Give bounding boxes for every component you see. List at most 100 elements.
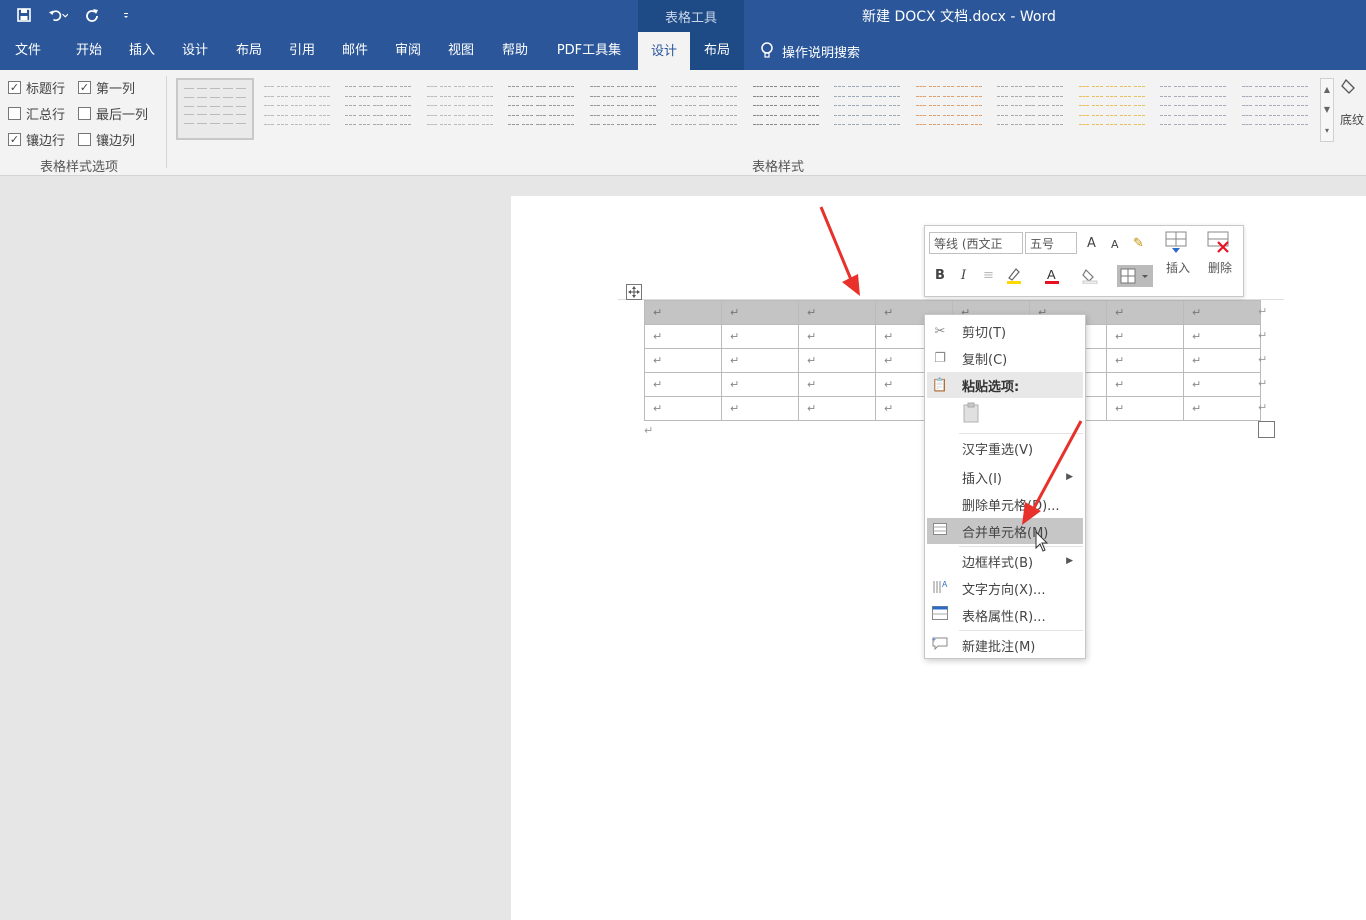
table-cell[interactable]: ↵ [644, 348, 722, 373]
menu-item-new-comment[interactable]: + 新建批注(M) [927, 632, 1083, 658]
menu-item-delete-cells[interactable]: 删除单元格(D)... [927, 491, 1083, 517]
option-banded-rows[interactable]: ✓ 镶边行 [8, 130, 65, 149]
option-first-column[interactable]: ✓ 第一列 [78, 78, 135, 97]
menu-item-table-properties[interactable]: 表格属性(R)... [927, 602, 1083, 628]
table-cell[interactable]: ↵ [1183, 372, 1261, 397]
table-style-thumbnail[interactable] [584, 78, 662, 140]
tab-layout[interactable]: 布局 [226, 32, 272, 70]
table-cell[interactable]: ↵ [1183, 324, 1261, 349]
table-style-thumbnail[interactable] [665, 78, 743, 140]
highlight-color-icon[interactable] [1005, 266, 1023, 288]
table-cell[interactable]: ↵ [1183, 396, 1261, 421]
option-last-column[interactable]: 最后一列 [78, 104, 148, 123]
tab-review[interactable]: 审阅 [386, 32, 430, 70]
search-label: 操作说明搜索 [782, 45, 861, 61]
table-cell[interactable]: ↵ [1106, 372, 1184, 397]
table-cell[interactable]: ↵ [721, 300, 799, 325]
table-cell[interactable]: ↵ [721, 372, 799, 397]
tab-mailings[interactable]: 邮件 [332, 32, 378, 70]
font-name-dropdown[interactable]: 等线 (西文正 [929, 232, 1023, 254]
table-style-thumbnail[interactable] [339, 78, 417, 140]
bold-button[interactable]: B [935, 268, 945, 283]
table-cell[interactable]: ↵ [644, 300, 722, 325]
tab-table-layout[interactable]: 布局 [692, 32, 742, 70]
menu-item-text-direction[interactable]: A 文字方向(X)... [927, 575, 1083, 601]
font-size-dropdown[interactable]: 五号 [1025, 232, 1077, 254]
menu-item-label: 汉字重选(V) [962, 442, 1034, 458]
option-total-row[interactable]: 汇总行 [8, 104, 65, 123]
table-style-thumbnail[interactable] [1154, 78, 1232, 140]
menu-item-merge-cells[interactable]: 合并单元格(M) [927, 518, 1083, 544]
gallery-more-icon[interactable]: ▾ [1325, 126, 1329, 135]
tab-file[interactable]: 文件 [4, 32, 52, 70]
delete-rows-button[interactable]: 删除 [1203, 230, 1237, 276]
tab-home[interactable]: 开始 [64, 32, 114, 70]
italic-button[interactable]: I [961, 268, 966, 283]
table-cell[interactable]: ↵ [1183, 300, 1261, 325]
table-cell[interactable]: ↵ [1106, 300, 1184, 325]
table-style-thumbnail[interactable] [991, 78, 1069, 140]
option-banded-columns[interactable]: 镶边列 [78, 130, 135, 149]
table-cell[interactable]: ↵ [1106, 396, 1184, 421]
table-cell[interactable]: ↵ [798, 300, 876, 325]
table-style-thumbnail[interactable] [910, 78, 988, 140]
table-style-thumbnail[interactable] [1236, 78, 1314, 140]
table-cell[interactable]: ↵ [644, 396, 722, 421]
insert-rows-button[interactable]: 插入 [1161, 230, 1195, 276]
gallery-scrollbar[interactable]: ▲ ▼ ▾ [1320, 78, 1334, 142]
align-center-icon[interactable]: ≡ [983, 268, 994, 283]
table-cell[interactable]: ↵ [798, 324, 876, 349]
undo-button[interactable] [48, 5, 68, 25]
table-cell[interactable]: ↵ [721, 348, 799, 373]
checkbox-checked-icon: ✓ [8, 133, 21, 146]
tab-table-design[interactable]: 设计 [638, 32, 690, 70]
table-style-thumbnail[interactable] [828, 78, 906, 140]
table-style-thumbnail[interactable] [421, 78, 499, 140]
font-color-icon[interactable]: A [1043, 266, 1061, 288]
table-cell[interactable]: ↵ [1183, 348, 1261, 373]
table-cell[interactable]: ↵ [721, 324, 799, 349]
tell-me-search[interactable]: 操作说明搜索 [760, 32, 860, 70]
menu-item-border-styles[interactable]: 边框样式(B) ▶ [927, 548, 1083, 574]
menu-item-label: 插入(I) [962, 471, 1002, 487]
table-move-handle[interactable] [626, 284, 642, 300]
shading-button[interactable]: 底纹 [1340, 76, 1366, 146]
table-style-thumbnail[interactable] [176, 78, 254, 140]
save-button[interactable] [14, 5, 34, 25]
option-header-row[interactable]: ✓ 标题行 [8, 78, 65, 97]
table-style-thumbnail[interactable] [502, 78, 580, 140]
table-cell[interactable]: ↵ [644, 372, 722, 397]
menu-item-copy[interactable]: ❐ 复制(C) [927, 345, 1083, 371]
table-style-thumbnail[interactable] [747, 78, 825, 140]
table-resize-handle[interactable] [1258, 421, 1275, 438]
table-style-thumbnail[interactable] [1073, 78, 1151, 140]
scroll-up-icon[interactable]: ▲ [1324, 85, 1330, 94]
tab-help[interactable]: 帮助 [492, 32, 538, 70]
table-cell[interactable]: ↵ [798, 372, 876, 397]
table-cell[interactable]: ↵ [721, 396, 799, 421]
table-cell[interactable]: ↵ [798, 396, 876, 421]
tab-view[interactable]: 视图 [438, 32, 484, 70]
customize-qat-button[interactable] [116, 5, 136, 25]
menu-item-insert[interactable]: 插入(I) ▶ [927, 464, 1083, 490]
shrink-font-icon[interactable]: A [1111, 238, 1119, 251]
table-cell[interactable]: ↵ [1106, 348, 1184, 373]
table-cell[interactable]: ↵ [1106, 324, 1184, 349]
table-cell[interactable]: ↵ [644, 324, 722, 349]
redo-button[interactable] [82, 5, 102, 25]
end-of-row-mark: ↵ [1258, 401, 1268, 414]
paste-keep-text-option[interactable] [927, 402, 1083, 428]
tab-references[interactable]: 引用 [280, 32, 324, 70]
table-cell[interactable]: ↵ [798, 348, 876, 373]
menu-item-cut[interactable]: ✂ 剪切(T) [927, 318, 1083, 344]
scroll-down-icon[interactable]: ▼ [1324, 105, 1330, 114]
tab-pdf-tools[interactable]: PDF工具集 [548, 32, 630, 70]
shading-color-icon[interactable] [1081, 266, 1099, 288]
format-painter-icon[interactable]: ✎ [1133, 236, 1144, 251]
menu-item-reconversion[interactable]: 汉字重选(V) [927, 435, 1083, 461]
borders-icon[interactable] [1117, 265, 1153, 291]
table-style-thumbnail[interactable] [258, 78, 336, 140]
grow-font-icon[interactable]: A [1087, 236, 1096, 251]
tab-design[interactable]: 设计 [172, 32, 218, 70]
tab-insert[interactable]: 插入 [118, 32, 166, 70]
